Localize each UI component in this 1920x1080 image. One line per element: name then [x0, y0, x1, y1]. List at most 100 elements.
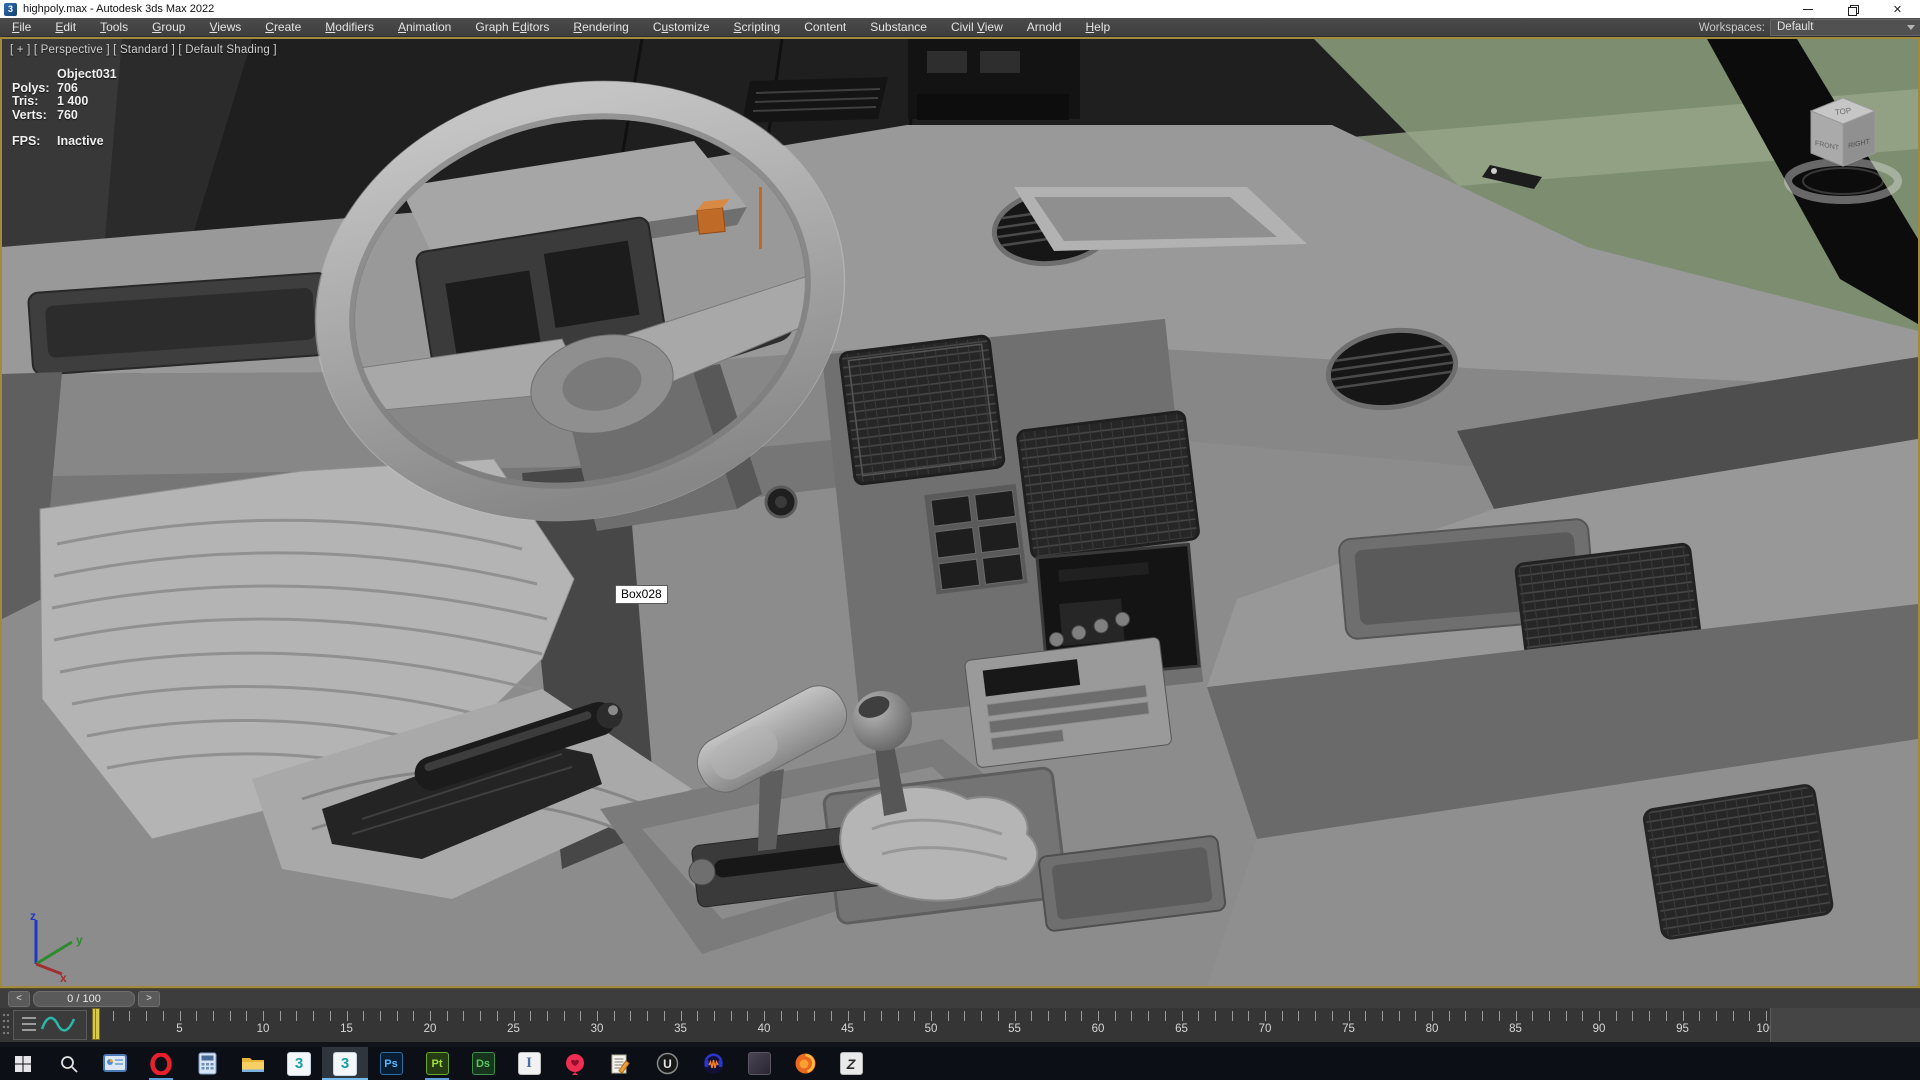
menu-bar: FileEditToolsGroupViewsCreateModifiersAn… [0, 18, 1920, 37]
ruler-tick [1616, 1011, 1617, 1021]
ruler-tick [1332, 1011, 1333, 1021]
ruler-tick [280, 1011, 281, 1021]
taskbar-file-explorer[interactable] [230, 1047, 276, 1080]
menu-item-scripting[interactable]: Scripting [722, 18, 793, 37]
ruler-tick [1432, 1011, 1433, 1021]
taskbar-notepad[interactable] [598, 1047, 644, 1080]
ruler-tick [1733, 1011, 1734, 1021]
taskbar-unreal[interactable]: U [644, 1047, 690, 1080]
ruler-tick [1499, 1011, 1500, 1021]
viewport-label[interactable]: [ + ] [ Perspective ] [ Standard ] [ Def… [10, 44, 277, 56]
restore-icon [1848, 5, 1857, 14]
menu-item-substance[interactable]: Substance [858, 18, 939, 37]
taskbar-screen-share-app[interactable] [92, 1047, 138, 1080]
windows-taskbar: 3 3 Ps Pt Ds I [0, 1047, 1920, 1080]
verts-value: 760 [57, 108, 78, 121]
ruler-tick [180, 1011, 181, 1021]
taskbar-3ds-max-active[interactable]: 3 [322, 1047, 368, 1080]
ruler-tick [848, 1011, 849, 1021]
ruler-tick [1532, 1011, 1533, 1021]
workspace-value: Default [1777, 21, 1813, 33]
ruler-tick [363, 1011, 364, 1021]
taskbar-3ds-max[interactable]: 3 [276, 1047, 322, 1080]
taskbar-search-button[interactable] [46, 1047, 92, 1080]
menu-item-edit[interactable]: Edit [43, 18, 88, 37]
calculator-icon [198, 1052, 217, 1075]
menu-item-file[interactable]: File [0, 18, 43, 37]
photoshop-icon: Ps [380, 1052, 403, 1075]
ruler-label-85: 85 [1496, 1023, 1536, 1035]
ruler-tick [764, 1011, 765, 1021]
ruler-tick [614, 1011, 615, 1021]
menu-item-customize[interactable]: Customize [641, 18, 722, 37]
ruler-tick [463, 1011, 464, 1021]
ruler-tick [998, 1011, 999, 1021]
ruler-label-15: 15 [327, 1023, 367, 1035]
svg-text:U: U [663, 1057, 672, 1071]
menu-item-modifiers[interactable]: Modifiers [313, 18, 386, 37]
menu-item-animation[interactable]: Animation [386, 18, 463, 37]
ruler-tick [580, 1011, 581, 1021]
ruler-tick [964, 1011, 965, 1021]
opera-icon [150, 1053, 172, 1075]
previous-frame-button[interactable]: < [8, 991, 30, 1007]
taskbar-opera[interactable] [138, 1047, 184, 1080]
menu-item-views[interactable]: Views [197, 18, 253, 37]
start-button[interactable] [0, 1047, 46, 1080]
ruler-label-70: 70 [1245, 1023, 1285, 1035]
current-frame-display[interactable]: 0 / 100 [33, 991, 135, 1007]
time-slider[interactable]: < 0 / 100 > [8, 991, 160, 1007]
menu-item-group[interactable]: Group [140, 18, 197, 37]
taskbar-i-app[interactable]: I [506, 1047, 552, 1080]
taskbar-calculator[interactable] [184, 1047, 230, 1080]
view-cube[interactable]: TOP FRONT RIGHT [1768, 61, 1918, 231]
menu-item-graph-editors[interactable]: Graph Editors [463, 18, 561, 37]
current-frame-marker[interactable] [92, 1008, 100, 1040]
close-button[interactable]: ✕ [1875, 0, 1920, 18]
taskbar-game-app[interactable] [736, 1047, 782, 1080]
3ds-max-icon: 3 [287, 1052, 311, 1076]
frame-ruler[interactable]: 0510152025303540455055606570758085909510… [0, 1008, 1920, 1042]
taskbar-photoshop[interactable]: Ps [368, 1047, 414, 1080]
polys-value: 706 [57, 81, 78, 94]
menu-item-help[interactable]: Help [1073, 18, 1122, 37]
minimize-button[interactable] [1785, 0, 1830, 18]
taskbar-substance-painter[interactable]: Pt [414, 1047, 460, 1080]
taskbar-substance-designer[interactable]: Ds [460, 1047, 506, 1080]
3ds-max-active-icon: 3 [333, 1052, 357, 1076]
window-title: highpoly.max - Autodesk 3ds Max 2022 [23, 3, 214, 15]
restore-button[interactable] [1830, 0, 1875, 18]
perspective-viewport[interactable]: [ + ] [ Perspective ] [ Standard ] [ Def… [0, 37, 1920, 988]
taskbar-zbrush[interactable]: Z [828, 1047, 874, 1080]
menu-item-content[interactable]: Content [792, 18, 858, 37]
menu-item-rendering[interactable]: Rendering [561, 18, 640, 37]
ruler-tick [1699, 1011, 1700, 1021]
speaker-grille-2 [1017, 411, 1199, 559]
ruler-tick [1716, 1011, 1717, 1021]
close-icon: ✕ [1893, 3, 1902, 16]
ruler-tick [1098, 1011, 1099, 1021]
viewport-statistics: Object031 Polys:706 Tris:1 400 Verts:760… [12, 67, 117, 148]
menu-item-tools[interactable]: Tools [88, 18, 140, 37]
ruler-label-50: 50 [911, 1023, 951, 1035]
ruler-tick [296, 1011, 297, 1021]
ruler-tick [1248, 1011, 1249, 1021]
menu-item-civil-view[interactable]: Civil View [939, 18, 1015, 37]
taskbar-red-app[interactable] [552, 1047, 598, 1080]
ruler-tick [1482, 1011, 1483, 1021]
windows-logo-icon [14, 1055, 32, 1073]
taskbar-firefox[interactable] [782, 1047, 828, 1080]
ruler-tick [1549, 1011, 1550, 1021]
ruler-tick [564, 1011, 565, 1021]
workspaces-area: Workspaces: Default [1699, 18, 1920, 37]
workspaces-dropdown[interactable]: Default [1770, 19, 1920, 36]
fps-value: Inactive [57, 134, 104, 147]
substance-painter-icon: Pt [426, 1052, 449, 1075]
menu-item-arnold[interactable]: Arnold [1015, 18, 1074, 37]
next-frame-button[interactable]: > [138, 991, 160, 1007]
ruler-out-of-range [1770, 1008, 1920, 1042]
menu-item-create[interactable]: Create [253, 18, 313, 37]
track-bar[interactable]: 0510152025303540455055606570758085909510… [0, 1008, 1920, 1042]
ruler-label-65: 65 [1162, 1023, 1202, 1035]
taskbar-audacity[interactable] [690, 1047, 736, 1080]
